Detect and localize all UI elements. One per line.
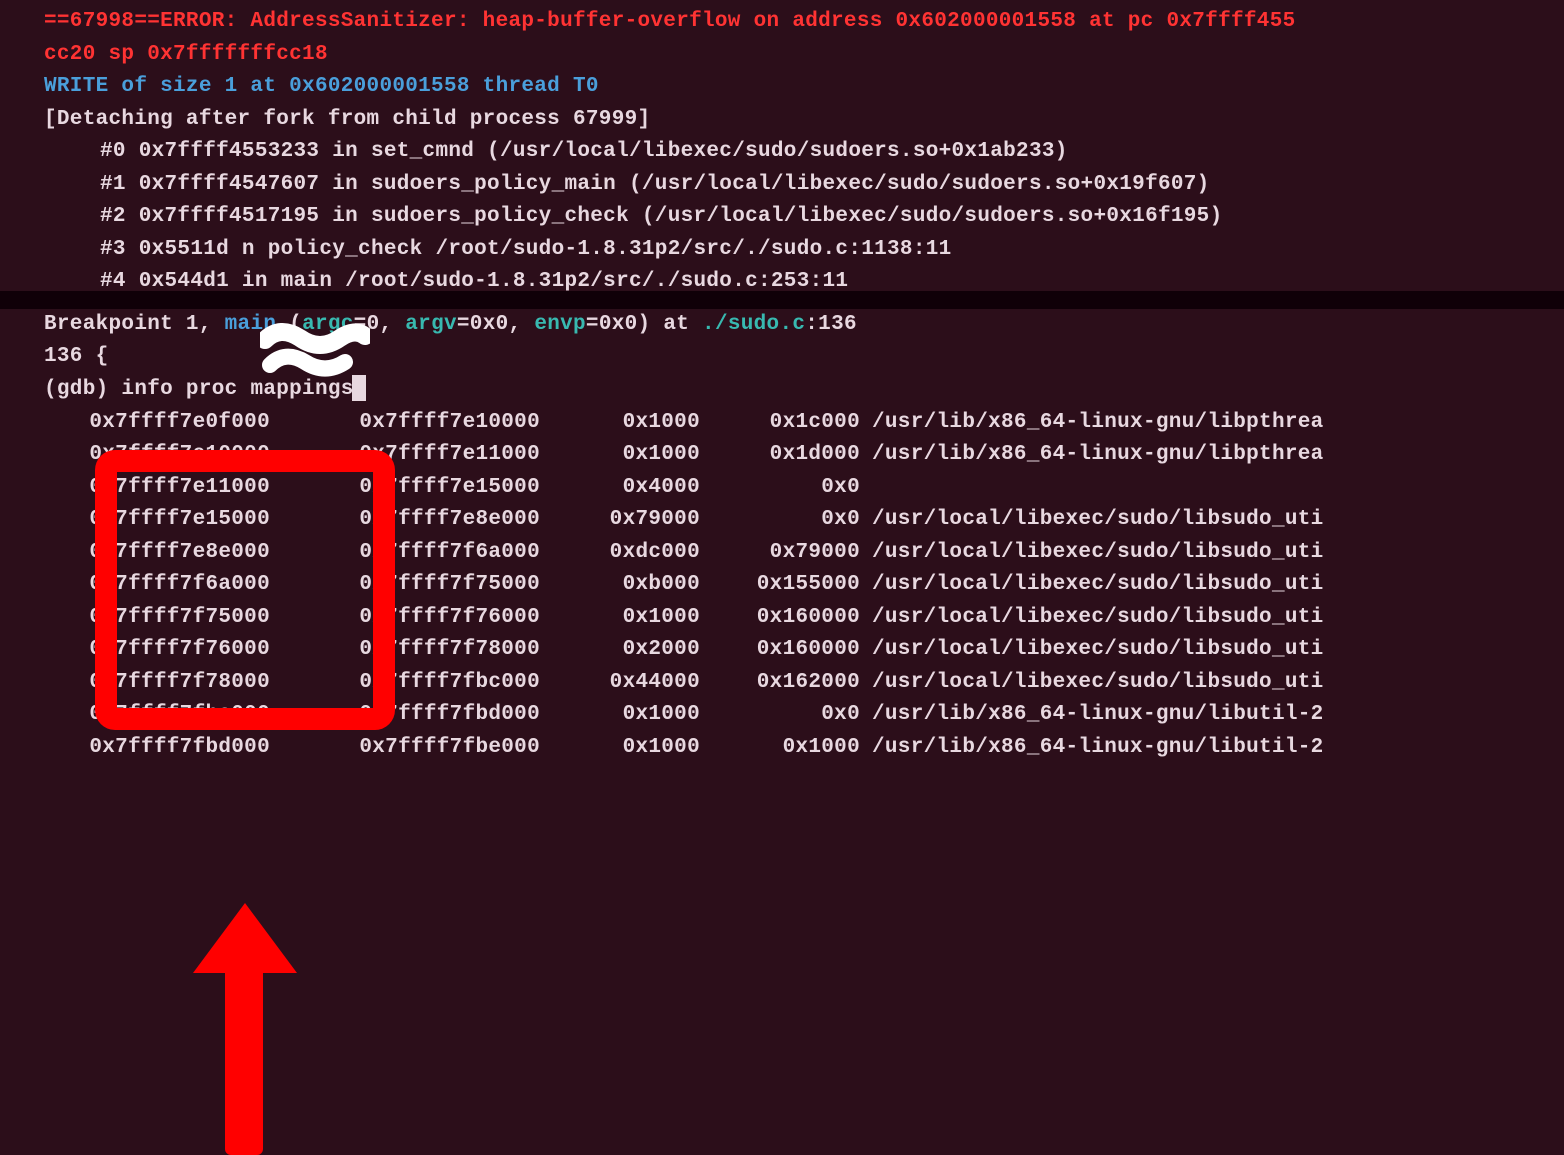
bp-eq0b: =0x0, bbox=[457, 313, 534, 336]
map-end: 0x7ffff7fbc000 bbox=[270, 667, 540, 700]
map-start: 0x7ffff7e8e000 bbox=[0, 537, 270, 570]
mapping-row: 0x7ffff7e150000x7ffff7e8e0000x790000x0/u… bbox=[0, 504, 1564, 537]
mapping-row: 0x7ffff7e110000x7ffff7e150000x40000x0 bbox=[0, 472, 1564, 505]
mapping-row: 0x7ffff7e8e0000x7ffff7f6a0000xdc0000x790… bbox=[0, 537, 1564, 570]
gdb-prompt-line[interactable]: (gdb) info proc mappings bbox=[0, 374, 1564, 407]
map-size: 0x1000 bbox=[540, 407, 700, 440]
map-start: 0x7ffff7f78000 bbox=[0, 667, 270, 700]
map-off: 0x79000 bbox=[700, 537, 860, 570]
map-path: /usr/lib/x86_64-linux-gnu/libutil-2 bbox=[860, 699, 1324, 732]
map-size: 0xb000 bbox=[540, 569, 700, 602]
bp-file: ./sudo.c bbox=[702, 313, 805, 336]
map-path: /usr/lib/x86_64-linux-gnu/libpthrea bbox=[860, 407, 1324, 440]
map-off: 0x0 bbox=[700, 504, 860, 537]
map-path: /usr/local/libexec/sudo/libsudo_uti bbox=[860, 504, 1324, 537]
map-start: 0x7ffff7f6a000 bbox=[0, 569, 270, 602]
mapping-row: 0x7ffff7e100000x7ffff7e110000x10000x1d00… bbox=[0, 439, 1564, 472]
map-size: 0x1000 bbox=[540, 439, 700, 472]
map-start: 0x7ffff7f76000 bbox=[0, 634, 270, 667]
map-off: 0x1d000 bbox=[700, 439, 860, 472]
map-size: 0x4000 bbox=[540, 472, 700, 505]
map-end: 0x7ffff7e11000 bbox=[270, 439, 540, 472]
map-off: 0x162000 bbox=[700, 667, 860, 700]
map-path: /usr/local/libexec/sudo/libsudo_uti bbox=[860, 667, 1324, 700]
bp-envp: envp bbox=[534, 313, 586, 336]
map-path: /usr/local/libexec/sudo/libsudo_uti bbox=[860, 537, 1324, 570]
trace-frame-1: #1 0x7ffff4547607 in sudoers_policy_main… bbox=[0, 169, 1564, 202]
bp-argc: argc bbox=[302, 313, 354, 336]
map-size: 0x44000 bbox=[540, 667, 700, 700]
map-size: 0x79000 bbox=[540, 504, 700, 537]
map-off: 0x155000 bbox=[700, 569, 860, 602]
map-end: 0x7ffff7fbd000 bbox=[270, 699, 540, 732]
map-start: 0x7ffff7fbc000 bbox=[0, 699, 270, 732]
bp-argv: argv bbox=[405, 313, 457, 336]
map-off: 0x0 bbox=[700, 699, 860, 732]
map-start: 0x7ffff7e15000 bbox=[0, 504, 270, 537]
trace-frame-4: #4 0x544d1 in main /root/sudo-1.8.31p2/s… bbox=[0, 266, 1564, 299]
map-size: 0x2000 bbox=[540, 634, 700, 667]
map-off: 0x160000 bbox=[700, 602, 860, 635]
breakpoint-line: Breakpoint 1, main (argc=0, argv=0x0, en… bbox=[0, 309, 1564, 342]
map-path: /usr/local/libexec/sudo/libsudo_uti bbox=[860, 602, 1324, 635]
map-off: 0x1000 bbox=[700, 732, 860, 765]
gdb-prompt: (gdb) bbox=[44, 378, 121, 401]
map-start: 0x7ffff7e10000 bbox=[0, 439, 270, 472]
mapping-row: 0x7ffff7f6a0000x7ffff7f750000xb0000x1550… bbox=[0, 569, 1564, 602]
bp-open: ( bbox=[276, 313, 302, 336]
code-line: 136 { bbox=[0, 341, 1564, 374]
map-size: 0xdc000 bbox=[540, 537, 700, 570]
map-path: /usr/local/libexec/sudo/libsudo_uti bbox=[860, 634, 1324, 667]
map-end: 0x7ffff7f78000 bbox=[270, 634, 540, 667]
mapping-row: 0x7ffff7f760000x7ffff7f780000x20000x1600… bbox=[0, 634, 1564, 667]
map-off: 0x160000 bbox=[700, 634, 860, 667]
map-end: 0x7ffff7e8e000 bbox=[270, 504, 540, 537]
map-start: 0x7ffff7f75000 bbox=[0, 602, 270, 635]
map-end: 0x7ffff7e10000 bbox=[270, 407, 540, 440]
detaching-line: [Detaching after fork from child process… bbox=[0, 104, 1564, 137]
bp-fn-main: main bbox=[225, 313, 277, 336]
mapping-row: 0x7ffff7e0f0000x7ffff7e100000x10000x1c00… bbox=[0, 407, 1564, 440]
map-off: 0x1c000 bbox=[700, 407, 860, 440]
asan-error-line1: ==67998==ERROR: AddressSanitizer: heap-b… bbox=[0, 6, 1564, 39]
map-size: 0x1000 bbox=[540, 699, 700, 732]
bp-prefix: Breakpoint 1, bbox=[44, 313, 225, 336]
mapping-row: 0x7ffff7f750000x7ffff7f760000x10000x1600… bbox=[0, 602, 1564, 635]
asan-write-line: WRITE of size 1 at 0x602000001558 thread… bbox=[0, 71, 1564, 104]
map-start: 0x7ffff7fbd000 bbox=[0, 732, 270, 765]
mapping-row: 0x7ffff7fbc0000x7ffff7fbd0000x10000x0/us… bbox=[0, 699, 1564, 732]
map-end: 0x7ffff7f76000 bbox=[270, 602, 540, 635]
map-start: 0x7ffff7e0f000 bbox=[0, 407, 270, 440]
mapping-row: 0x7ffff7f780000x7ffff7fbc0000x440000x162… bbox=[0, 667, 1564, 700]
map-path: /usr/lib/x86_64-linux-gnu/libutil-2 bbox=[860, 732, 1324, 765]
map-size: 0x1000 bbox=[540, 602, 700, 635]
map-off: 0x0 bbox=[700, 472, 860, 505]
trace-frame-3: #3 0x5511d n policy_check /root/sudo-1.8… bbox=[0, 234, 1564, 267]
memory-mappings: 0x7ffff7e0f0000x7ffff7e100000x10000x1c00… bbox=[0, 407, 1564, 765]
arrow-shaft-icon bbox=[225, 945, 263, 1155]
map-end: 0x7ffff7e15000 bbox=[270, 472, 540, 505]
map-end: 0x7ffff7fbe000 bbox=[270, 732, 540, 765]
map-end: 0x7ffff7f75000 bbox=[270, 569, 540, 602]
map-end: 0x7ffff7f6a000 bbox=[270, 537, 540, 570]
map-path bbox=[860, 472, 872, 505]
trace-frame-2: #2 0x7ffff4517195 in sudoers_policy_chec… bbox=[0, 201, 1564, 234]
map-size: 0x1000 bbox=[540, 732, 700, 765]
bp-line-no: :136 bbox=[805, 313, 857, 336]
arrow-head-icon bbox=[193, 903, 297, 973]
gdb-cmd: info proc mappings bbox=[121, 378, 353, 401]
cursor-icon bbox=[352, 375, 366, 401]
asan-error-line2: cc20 sp 0x7fffffffcc18 bbox=[0, 39, 1564, 72]
map-start: 0x7ffff7e11000 bbox=[0, 472, 270, 505]
terminal-output: ==67998==ERROR: AddressSanitizer: heap-b… bbox=[0, 6, 1564, 765]
map-path: /usr/local/libexec/sudo/libsudo_uti bbox=[860, 569, 1324, 602]
bp-eq0a: =0, bbox=[354, 313, 406, 336]
trace-frame-0: #0 0x7ffff4553233 in set_cmnd (/usr/loca… bbox=[0, 136, 1564, 169]
mapping-row: 0x7ffff7fbd0000x7ffff7fbe0000x10000x1000… bbox=[0, 732, 1564, 765]
map-path: /usr/lib/x86_64-linux-gnu/libpthrea bbox=[860, 439, 1324, 472]
bp-eq0c: =0x0) at bbox=[586, 313, 702, 336]
